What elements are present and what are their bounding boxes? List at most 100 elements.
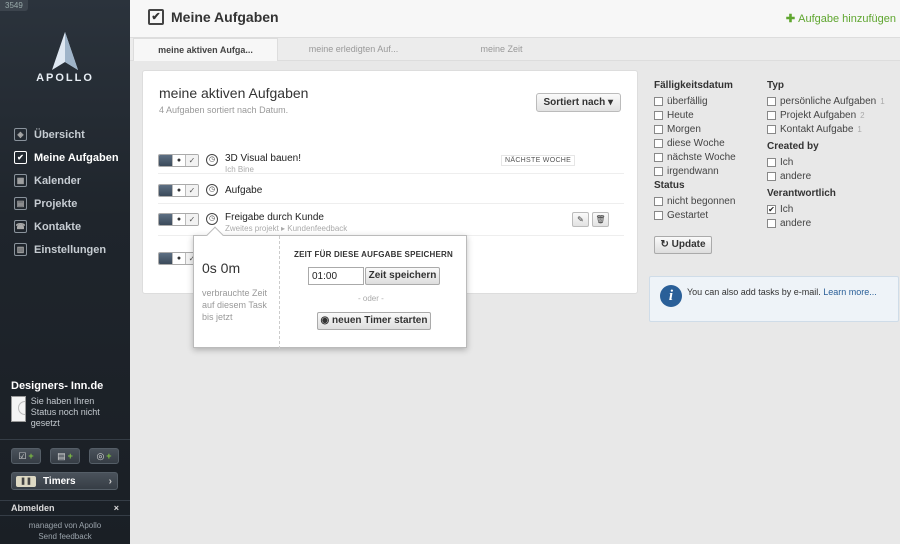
nav-item-overview[interactable]: ◈ Übersicht xyxy=(0,123,130,146)
status-filter-heading: Status xyxy=(654,180,685,191)
sidebar-nav: ◈ Übersicht ✔ Meine Aufgaben ▦ Kalender … xyxy=(0,123,130,261)
user-block: Designers- Inn.de Sie haben Ihren Status… xyxy=(0,380,130,429)
tab-active-tasks[interactable]: meine aktiven Aufga... xyxy=(133,38,278,61)
refresh-icon: ↻ xyxy=(660,239,672,250)
filter-project[interactable]: Projekt Aufgaben 2 xyxy=(767,108,885,122)
clock-icon[interactable]: ◷ xyxy=(206,184,218,196)
filter-label: persönliche Aufgaben xyxy=(780,95,877,107)
filter-started[interactable]: Gestartet xyxy=(654,208,736,222)
nav-item-projects[interactable]: ▤ Projekte xyxy=(0,192,130,215)
learn-more-link[interactable]: Learn more... xyxy=(823,287,877,297)
checkbox[interactable] xyxy=(654,166,663,176)
update-button[interactable]: ↻ Update xyxy=(654,236,712,254)
checkbox[interactable] xyxy=(767,96,776,106)
send-feedback-link[interactable]: Send feedback xyxy=(0,531,130,542)
filter-count: 1 xyxy=(857,124,862,134)
time-spent-value: 0s 0m xyxy=(202,260,241,276)
settings-icon: ▥ xyxy=(14,243,27,256)
chevron-right-icon: › xyxy=(108,475,112,487)
filter-col-right: Typ persönliche Aufgaben 1 Projekt Aufgab… xyxy=(767,80,885,230)
filter-resp-others[interactable]: andere xyxy=(767,216,885,230)
checkbox[interactable] xyxy=(654,110,663,120)
filter-overdue[interactable]: überfällig xyxy=(654,94,736,108)
nav-item-contacts[interactable]: ☎ Kontakte xyxy=(0,215,130,238)
tab-my-time[interactable]: meine Zeit xyxy=(429,38,574,61)
filter-label: andere xyxy=(780,217,812,229)
pause-icon: ❚❚ xyxy=(16,475,36,487)
plus-icon: ✚ xyxy=(785,13,796,25)
checkbox[interactable] xyxy=(767,124,776,134)
add-timer-button[interactable]: ◎ + xyxy=(89,448,119,464)
tab-completed-tasks[interactable]: meine erledigten Auf... xyxy=(281,38,426,61)
save-time-button[interactable]: Zeit speichern xyxy=(365,267,440,285)
type-filter-heading: Typ xyxy=(767,80,785,91)
filter-resp-me[interactable]: ✔ Ich xyxy=(767,202,885,216)
timers-button[interactable]: ❚❚ Timers › xyxy=(11,472,118,490)
task-title[interactable]: Freigabe durch Kunde xyxy=(225,212,324,223)
checkbox[interactable] xyxy=(767,171,776,181)
nav-item-my-tasks[interactable]: ✔ Meine Aufgaben xyxy=(0,146,130,169)
checkbox[interactable] xyxy=(767,157,776,167)
checkbox-checked[interactable]: ✔ xyxy=(767,204,776,214)
filter-label: Ich xyxy=(780,156,794,168)
contacts-icon: ☎ xyxy=(14,220,27,233)
filter-label: Kontakt Aufgabe xyxy=(780,123,854,135)
checkbox[interactable] xyxy=(767,218,776,228)
time-input[interactable] xyxy=(308,267,364,285)
filter-anytime[interactable]: irgendwann xyxy=(654,164,736,178)
info-box: i You can also add tasks by e-mail. Lear… xyxy=(649,276,899,322)
clock-icon[interactable]: ◷ xyxy=(206,154,218,166)
page-title-text: Meine Aufgaben xyxy=(171,9,279,25)
add-task-link[interactable]: ✚ Aufgabe hinzufügen xyxy=(786,12,896,25)
filter-label: Heute xyxy=(667,109,694,121)
filter-next-week[interactable]: nächste Woche xyxy=(654,150,736,164)
checkbox[interactable] xyxy=(654,138,663,148)
filter-tomorrow[interactable]: Morgen xyxy=(654,122,736,136)
checkbox[interactable] xyxy=(654,96,663,106)
project-icon: ▤ xyxy=(57,450,66,461)
task-row[interactable]: ● ✓ ◷ 3D Visual bauen! Ich Bine NÄCHSTE W… xyxy=(158,149,624,174)
clock-icon[interactable]: ◷ xyxy=(206,213,218,225)
filter-label: Projekt Aufgaben xyxy=(780,109,857,121)
start-timer-button[interactable]: ◉ neuen Timer starten xyxy=(317,312,431,330)
user-status[interactable]: Sie haben Ihren Status noch nicht gesetz… xyxy=(31,396,119,429)
checkbox[interactable] xyxy=(654,196,663,206)
checkbox[interactable] xyxy=(654,124,663,134)
apollo-logo-icon xyxy=(52,32,78,70)
checkbox[interactable] xyxy=(654,210,663,220)
trash-icon[interactable]: 🗑 xyxy=(592,212,609,227)
filter-this-week[interactable]: diese Woche xyxy=(654,136,736,150)
task-status-toggle[interactable]: ● ✓ xyxy=(158,154,199,167)
checkbox[interactable] xyxy=(767,110,776,120)
task-status-toggle[interactable]: ● ✓ xyxy=(158,213,199,226)
avatar[interactable] xyxy=(11,396,26,422)
quick-add-bar: ☑ + ▤ + ◎ + xyxy=(0,439,130,472)
checkbox[interactable] xyxy=(654,152,663,162)
plus-icon: + xyxy=(106,451,112,461)
filter-personal[interactable]: persönliche Aufgaben 1 xyxy=(767,94,885,108)
logout-bar[interactable]: Abmelden × xyxy=(0,500,130,516)
nav-item-calendar[interactable]: ▦ Kalender xyxy=(0,169,130,192)
task-title[interactable]: Aufgabe xyxy=(225,185,262,196)
edit-icon[interactable]: ✎ xyxy=(572,212,589,227)
filter-not-started[interactable]: nicht begonnen xyxy=(654,194,736,208)
add-task-button[interactable]: ☑ + xyxy=(11,448,41,464)
filter-created-me[interactable]: Ich xyxy=(767,155,885,169)
due-badge: NÄCHSTE WOCHE xyxy=(501,155,576,166)
filter-created-others[interactable]: andere xyxy=(767,169,885,183)
task-row[interactable]: ● ✓ ◷ Freigabe durch Kunde Zweites projek… xyxy=(158,208,624,236)
user-name[interactable]: Designers- Inn.de xyxy=(11,380,119,392)
task-title[interactable]: 3D Visual bauen! xyxy=(225,153,301,164)
sort-button[interactable]: Sortiert nach ▾ xyxy=(535,93,621,112)
add-project-button[interactable]: ▤ + xyxy=(50,448,80,464)
apollo-logo[interactable]: APOLLO xyxy=(22,28,108,88)
filter-today[interactable]: Heute xyxy=(654,108,736,122)
task-row[interactable]: ● ✓ ◷ Aufgabe xyxy=(158,179,624,204)
task-status-toggle[interactable]: ● ✓ xyxy=(158,184,199,197)
tab-bar: meine aktiven Aufga... meine erledigten … xyxy=(130,38,900,61)
nav-item-settings[interactable]: ▥ Einstellungen xyxy=(0,238,130,261)
close-icon[interactable]: × xyxy=(114,503,119,513)
filter-contact[interactable]: Kontakt Aufgabe 1 xyxy=(767,122,885,136)
task-icon: ☑ xyxy=(18,450,27,461)
nav-label: Meine Aufgaben xyxy=(34,151,119,164)
